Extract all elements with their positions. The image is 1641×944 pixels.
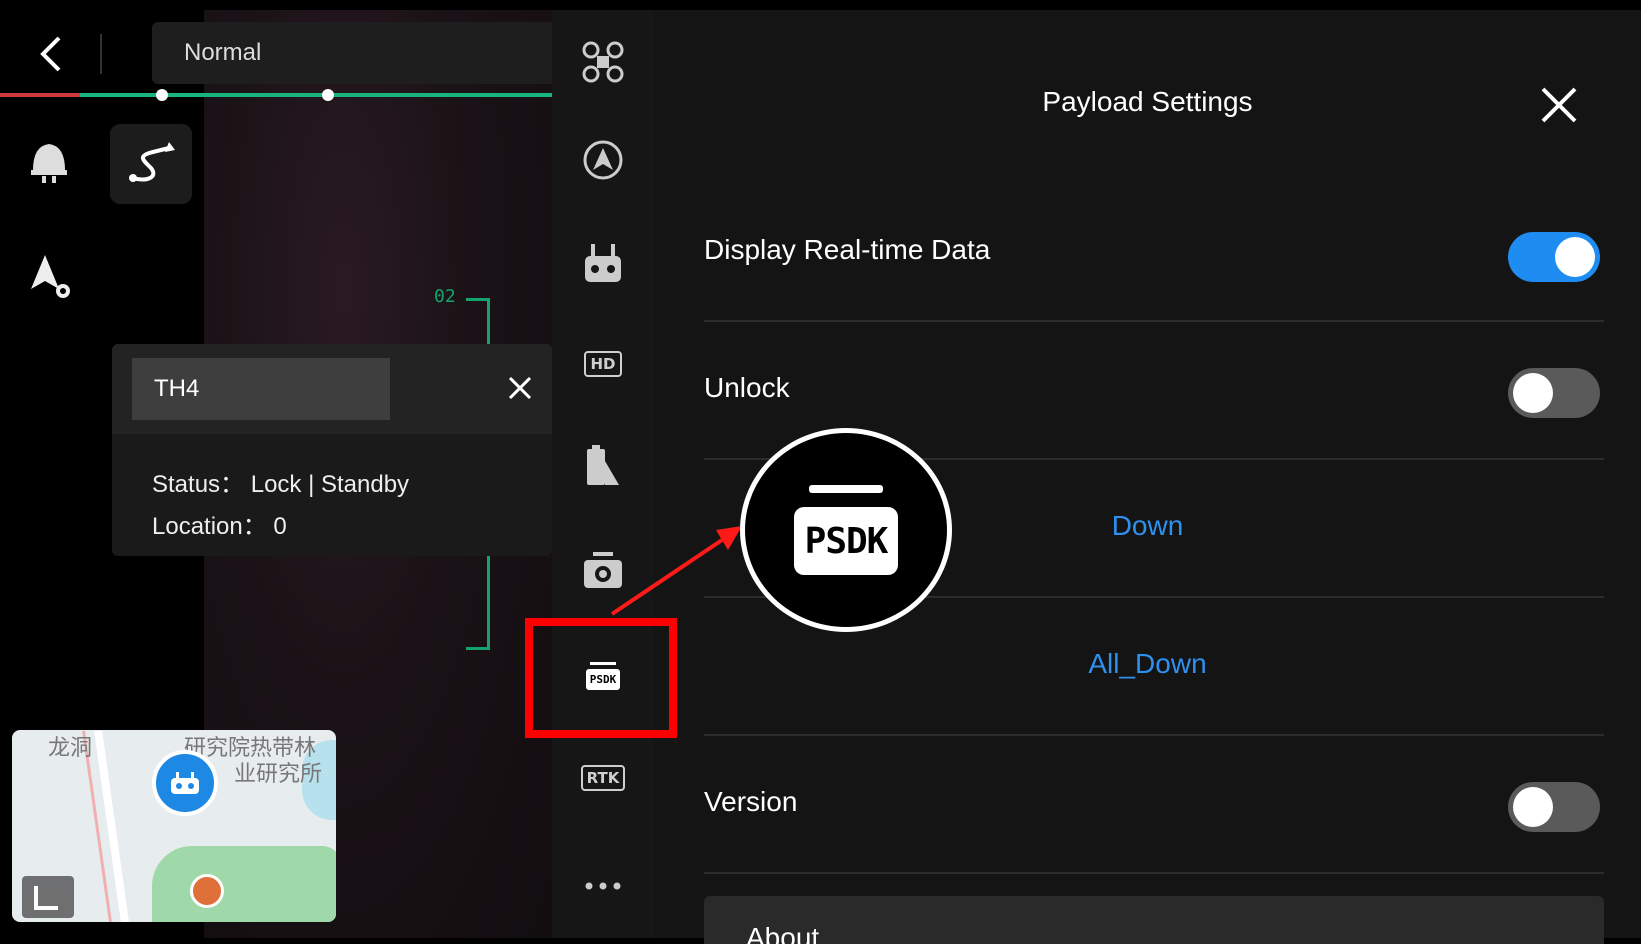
hud-marker-label: 02 — [434, 286, 456, 307]
map-poi-icon — [190, 874, 224, 908]
more-icon — [585, 882, 621, 890]
back-button[interactable] — [30, 28, 70, 80]
remote-controller-icon — [171, 772, 199, 794]
tool-obstacle[interactable] — [552, 130, 654, 190]
tool-remote-controller[interactable] — [552, 232, 654, 292]
alarm-bell-icon[interactable] — [24, 134, 74, 186]
toggle-knob — [1555, 237, 1595, 277]
toggle-knob — [1513, 373, 1553, 413]
status-line: Status： Lock | Standby — [152, 471, 410, 498]
progress-marker — [156, 89, 168, 101]
row-divider — [704, 872, 1604, 874]
tool-aircraft[interactable] — [552, 32, 654, 92]
row-divider — [704, 320, 1604, 322]
tool-more[interactable] — [552, 856, 654, 916]
chevron-left-icon — [40, 36, 61, 72]
drone-icon — [582, 41, 624, 83]
realtime-data-toggle[interactable] — [1508, 232, 1600, 282]
map-expand-icon[interactable] — [22, 876, 74, 918]
payload-info-popup: TH4 Status： Lock | Standby Location： 0 — [112, 344, 552, 556]
about-row[interactable]: About — [704, 896, 1604, 944]
location-value: 0 — [273, 513, 287, 540]
unlock-label: Unlock — [704, 372, 790, 403]
route-icon — [129, 142, 175, 182]
payload-name: TH4 — [154, 375, 200, 402]
flight-mode-label: Normal — [184, 39, 262, 66]
progress-marker — [322, 89, 334, 101]
hd-label: HD — [584, 351, 622, 377]
status-label: Status — [152, 471, 221, 498]
tool-image-transmission[interactable]: HD — [552, 334, 654, 394]
controller-location-pin — [152, 750, 218, 816]
location-label: Location — [152, 513, 243, 540]
all-down-button[interactable]: All_Down — [654, 648, 1641, 680]
settings-toolbar: HD PSDK RTK — [552, 10, 654, 938]
hud-bracket-bottom — [466, 556, 490, 650]
row-divider — [704, 734, 1604, 736]
hud-bracket-top — [466, 298, 490, 344]
divider — [100, 34, 102, 74]
version-toggle[interactable] — [1508, 782, 1600, 832]
close-icon — [508, 376, 532, 400]
location-line: Location： 0 — [152, 513, 287, 540]
obstacle-avoidance-icon — [583, 140, 623, 180]
realtime-data-label: Display Real-time Data — [704, 234, 991, 265]
about-label: About — [746, 922, 820, 944]
popup-close-button[interactable] — [500, 368, 540, 408]
psdk-callout: PSDK — [740, 428, 952, 632]
minimap[interactable]: 龙洞 研究院热带林 业研究所 — [12, 730, 336, 922]
remote-controller-icon — [585, 244, 621, 282]
battery-icon — [587, 445, 619, 485]
status-value: Lock | Standby — [250, 471, 410, 498]
toggle-knob — [1513, 787, 1553, 827]
tool-camera[interactable] — [552, 540, 654, 600]
panel-close-button[interactable] — [1534, 80, 1584, 130]
tool-battery[interactable] — [552, 436, 654, 496]
flight-mode-indicator[interactable]: Normal — [152, 22, 552, 84]
map-park — [152, 846, 336, 922]
unlock-toggle[interactable] — [1508, 368, 1600, 418]
map-road — [94, 730, 130, 922]
map-label: 业研究所 — [234, 762, 323, 787]
map-label: 龙洞 — [48, 736, 93, 761]
payload-selector[interactable]: TH4 — [132, 358, 390, 420]
close-icon — [1541, 87, 1577, 123]
version-label: Version — [704, 786, 798, 817]
navigation-view-icon[interactable] — [24, 250, 76, 302]
mission-progress-bar — [0, 93, 552, 97]
rtk-label: RTK — [580, 765, 626, 791]
panel-title: Payload Settings — [1042, 86, 1253, 117]
tool-rtk[interactable]: RTK — [552, 748, 654, 808]
callout-bar — [809, 485, 883, 493]
waypoint-route-button[interactable] — [110, 124, 192, 204]
mission-progress-red — [0, 93, 80, 97]
callout-label: PSDK — [794, 507, 898, 575]
psdk-highlight-box — [525, 618, 677, 738]
camera-icon — [584, 552, 622, 588]
